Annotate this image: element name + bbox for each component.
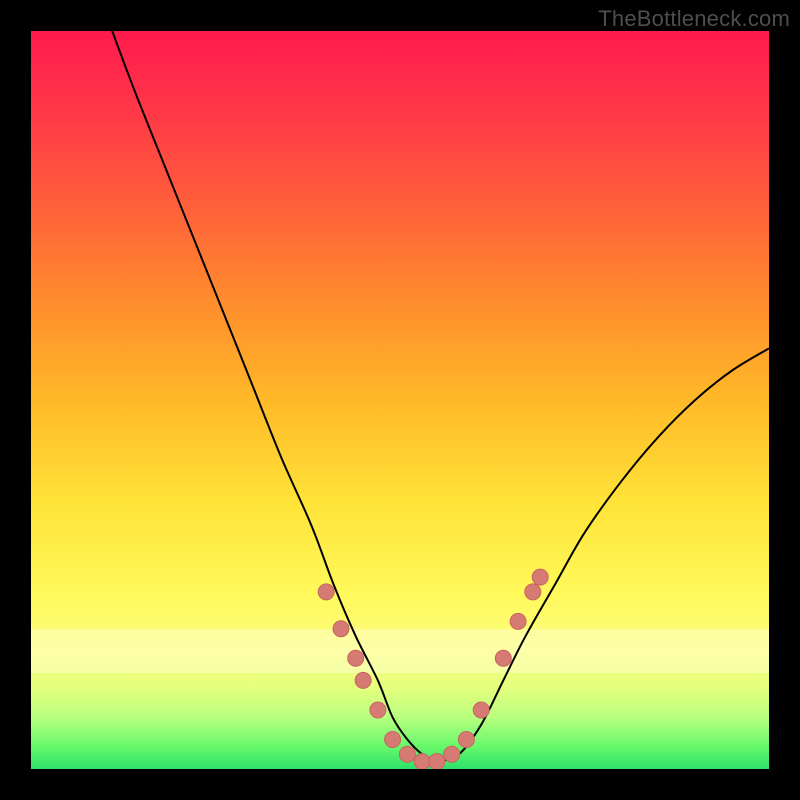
marker-point	[525, 584, 541, 600]
plot-area	[31, 31, 769, 769]
marker-point	[458, 732, 474, 748]
curve-layer	[31, 31, 769, 769]
marker-point	[444, 746, 460, 762]
curve-right-branch	[437, 348, 769, 761]
marker-point	[532, 569, 548, 585]
marker-point	[370, 702, 386, 718]
marker-point	[399, 746, 415, 762]
marker-point	[429, 754, 445, 769]
marker-point	[414, 754, 430, 769]
marker-point	[385, 732, 401, 748]
marker-point	[355, 672, 371, 688]
curve-left-branch	[112, 31, 437, 762]
chart-frame: TheBottleneck.com	[0, 0, 800, 800]
bottleneck-curve	[112, 31, 769, 762]
marker-group	[318, 569, 548, 769]
marker-point	[495, 650, 511, 666]
marker-point	[348, 650, 364, 666]
marker-point	[473, 702, 489, 718]
watermark-text: TheBottleneck.com	[598, 6, 790, 32]
marker-point	[318, 584, 334, 600]
marker-point	[333, 621, 349, 637]
marker-point	[510, 613, 526, 629]
